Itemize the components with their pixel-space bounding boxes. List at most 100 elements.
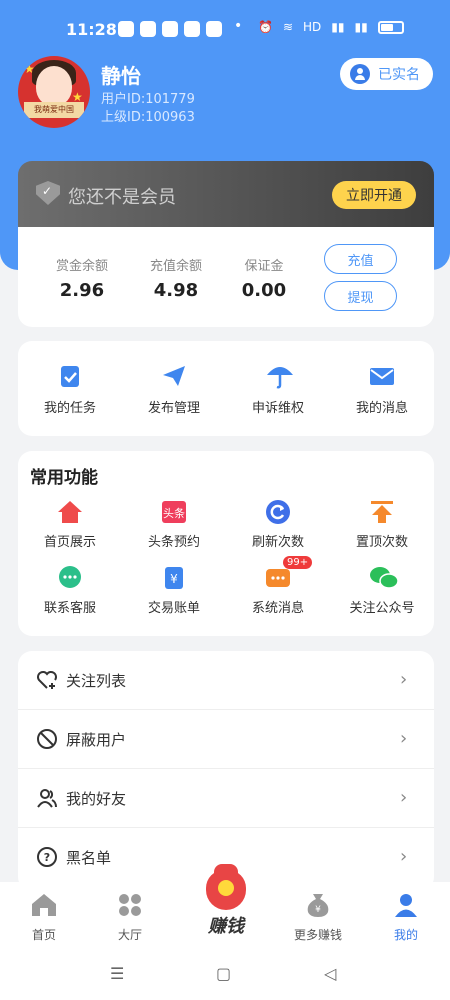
home-square-icon[interactable]: ▢ xyxy=(216,964,231,983)
func-system-message[interactable]: 99+ 系统消息 xyxy=(226,556,330,616)
question-icon: ? xyxy=(36,846,58,868)
chat-icon xyxy=(57,565,83,591)
tab-mine[interactable]: 我的 xyxy=(368,892,444,943)
bottom-tab-bar: 首页 大厅 赚钱 ¥ 更多赚钱 我的 xyxy=(0,864,450,950)
tab-label: 首页 xyxy=(31,928,56,942)
balance-card: 赏金余额 2.96 充值余额 4.98 保证金 0.00 充值 提现 xyxy=(18,227,434,327)
list-label: 关注列表 xyxy=(66,672,127,690)
clipboard-check-icon xyxy=(57,363,83,389)
chevron-right-icon: › xyxy=(400,787,408,808)
app-notification-icon xyxy=(140,21,156,37)
nav-label: 我的消息 xyxy=(355,401,408,416)
func-label: 交易账单 xyxy=(147,601,200,616)
nav-label: 申诉维权 xyxy=(251,401,304,416)
toutiao-text: 头条 xyxy=(163,506,185,520)
nav-publish[interactable]: 发布管理 xyxy=(122,363,226,416)
nav-my-tasks[interactable]: 我的任务 xyxy=(18,363,122,416)
heart-plus-icon xyxy=(36,669,58,691)
chevron-right-icon: › xyxy=(400,669,408,690)
wifi-icon: ≋ xyxy=(282,20,294,34)
balance-value: 4.98 xyxy=(153,280,199,301)
balance-label: 赏金余额 xyxy=(55,259,108,274)
grid-icon xyxy=(119,894,141,916)
unread-badge: 99+ xyxy=(283,556,313,569)
func-home-display[interactable]: 首页展示 xyxy=(18,499,122,550)
list-label: 我的好友 xyxy=(66,790,127,808)
toutiao-icon: 头条 xyxy=(161,499,187,525)
nav-messages[interactable]: 我的消息 xyxy=(330,363,434,416)
avatar-sign: 我萌爱中国 xyxy=(24,102,84,118)
user-id: 用户ID:101779 xyxy=(101,92,195,107)
verified-badge[interactable]: 已实名 xyxy=(340,58,433,90)
list-item-block[interactable]: 屏蔽用户 › xyxy=(18,710,434,769)
app-notification-icon xyxy=(162,21,178,37)
chevron-right-icon: › xyxy=(400,728,408,749)
func-label: 置顶次数 xyxy=(355,535,408,550)
tab-earn[interactable]: 赚钱 xyxy=(196,864,256,938)
tab-more-earn[interactable]: ¥ 更多赚钱 xyxy=(280,892,356,943)
func-pin-top[interactable]: 置顶次数 xyxy=(330,499,434,550)
status-app-icons xyxy=(118,21,222,37)
func-bill[interactable]: ¥ 交易账单 xyxy=(122,565,226,616)
balance-label: 充值余额 xyxy=(149,259,202,274)
nav-label: 我的任务 xyxy=(43,401,96,416)
list-item-follow[interactable]: 关注列表 › xyxy=(18,651,434,710)
func-wechat[interactable]: 关注公众号 xyxy=(330,565,434,616)
refresh-icon xyxy=(265,499,291,525)
list-label: 屏蔽用户 xyxy=(66,731,127,749)
bill-icon: ¥ xyxy=(161,565,187,591)
money-bag-icon xyxy=(206,864,246,910)
tab-hall[interactable]: 大厅 xyxy=(92,892,168,943)
svg-text:¥: ¥ xyxy=(315,905,321,915)
svg-text:¥: ¥ xyxy=(170,572,178,586)
balance-deposit: 保证金 0.00 xyxy=(240,255,288,301)
avatar[interactable]: ★ ★ 我萌爱中国 xyxy=(18,56,90,128)
list-item-friends[interactable]: 我的好友 › xyxy=(18,769,434,828)
signal-icon: ▮▮ xyxy=(331,20,345,34)
func-label: 头条预约 xyxy=(147,535,200,550)
alarm-icon: ⏰ xyxy=(258,20,273,34)
func-customer-service[interactable]: 联系客服 xyxy=(18,565,122,616)
block-icon xyxy=(36,728,58,750)
balance-bounty: 赏金余额 2.96 xyxy=(54,255,110,301)
shield-check-icon: ✓ xyxy=(36,181,60,205)
withdraw-button[interactable]: 提现 xyxy=(324,281,397,311)
parent-id: 上级ID:100963 xyxy=(101,110,195,125)
signal-icon: ▮▮ xyxy=(354,20,368,34)
back-icon[interactable]: ◁ xyxy=(324,964,336,983)
recharge-button[interactable]: 充值 xyxy=(324,244,397,274)
tab-home[interactable]: 首页 xyxy=(6,892,82,943)
section-title: 常用功能 xyxy=(30,468,98,488)
open-membership-button[interactable]: 立即开通 xyxy=(332,181,416,209)
func-label: 首页展示 xyxy=(43,535,96,550)
tab-label: 更多赚钱 xyxy=(293,928,342,942)
money-bag-icon: ¥ xyxy=(307,894,329,917)
status-dot-icon: • xyxy=(234,18,243,34)
balance-label: 保证金 xyxy=(244,259,284,274)
user-icon xyxy=(350,64,370,84)
app-notification-icon xyxy=(206,21,222,37)
nav-appeal[interactable]: 申诉维权 xyxy=(226,363,330,416)
person-icon xyxy=(395,894,417,917)
nav-label: 发布管理 xyxy=(147,401,200,416)
common-functions: 常用功能 首页展示 头条 头条预约 刷新次数 置顶次数 联系客服 ¥ 交易账单 xyxy=(18,451,434,636)
balance-value: 2.96 xyxy=(59,280,105,301)
quick-nav: 我的任务 发布管理 申诉维权 我的消息 xyxy=(18,341,434,436)
app-notification-icon xyxy=(118,21,134,37)
avatar-face xyxy=(36,66,72,106)
func-toutiao[interactable]: 头条 头条预约 xyxy=(122,499,226,550)
tab-label: 赚钱 xyxy=(208,916,244,937)
tab-label: 大厅 xyxy=(117,928,142,942)
func-label: 关注公众号 xyxy=(349,601,415,616)
verified-label: 已实名 xyxy=(378,67,420,83)
battery-icon xyxy=(377,20,404,34)
system-nav-bar: ☰ ▢ ◁ xyxy=(0,950,450,1000)
message-icon: 99+ xyxy=(265,556,313,591)
menu-icon[interactable]: ☰ xyxy=(110,964,124,983)
func-refresh[interactable]: 刷新次数 xyxy=(226,499,330,550)
status-bar: 11:28 • ⏰ ≋ HD ▮▮ ▮▮ xyxy=(0,0,450,56)
list-label: 黑名单 xyxy=(66,849,112,867)
username: 静怡 xyxy=(101,64,141,88)
membership-banner: ✓ 您还不是会员 立即开通 xyxy=(18,161,434,227)
umbrella-icon xyxy=(265,363,293,389)
